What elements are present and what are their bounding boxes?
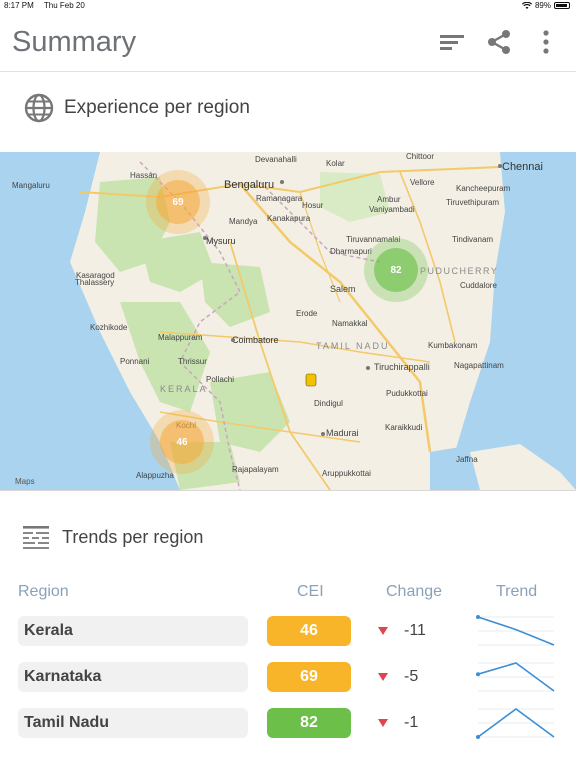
globe-icon: [24, 93, 54, 123]
region-label-puducherry: PUDUCHERRY: [420, 266, 498, 276]
city-label: Thalassery: [75, 278, 114, 287]
city-label: Devanahalli: [255, 155, 297, 164]
city-label: Jaffna: [456, 455, 478, 464]
city-label: Chennai: [502, 161, 543, 173]
city-label: Hosur: [302, 201, 324, 210]
more-vertical-icon[interactable]: [532, 28, 560, 56]
city-label: Dindigul: [314, 399, 343, 408]
cei-badge: 46: [267, 616, 351, 646]
city-label: Aruppukkottai: [322, 469, 371, 478]
region-name: Kerala: [18, 616, 248, 646]
city-label: Dharmapuri: [330, 247, 372, 256]
trend-sparkline: [476, 615, 555, 646]
status-time: 8:17 PM: [4, 1, 34, 10]
share-icon[interactable]: [485, 28, 513, 56]
city-label: Vaniyambadi: [369, 205, 415, 214]
down-arrow-icon: [378, 627, 388, 635]
city-label: Mandya: [229, 217, 258, 226]
table-chart-icon: [23, 526, 49, 549]
city-label: Alappuzha: [136, 471, 174, 480]
city-label: Nagapattinam: [454, 361, 504, 370]
city-label: Tiruvethipuram: [446, 198, 499, 207]
city-label: Mangaluru: [12, 181, 50, 190]
city-label: Bengaluru: [224, 179, 274, 191]
city-label: Ramanagara: [256, 194, 303, 203]
city-label: Kanakapura: [267, 214, 311, 223]
map-cluster-karnataka[interactable]: 69: [146, 170, 210, 234]
city-label: Rajapalayam: [232, 465, 279, 474]
change-cell: -1: [378, 708, 418, 738]
city-label: Pudukkottai: [386, 389, 428, 398]
trend-sparkline: [476, 708, 555, 739]
change-cell: -11: [378, 616, 426, 646]
region-name: Tamil Nadu: [18, 708, 248, 738]
map-section-heading: Experience per region: [24, 88, 250, 128]
city-label: Chittoor: [406, 152, 434, 161]
city-label: Kolar: [326, 159, 345, 168]
sparkline-start-point: [476, 672, 480, 677]
city-label: Kancheepuram: [456, 184, 511, 193]
column-header-change: Change: [386, 583, 443, 600]
section-divider: [0, 490, 576, 491]
column-header-trend: Trend: [496, 583, 538, 600]
region-map[interactable]: KERALA TAMIL NADU PUDUCHERRY Hassan Beng…: [0, 152, 576, 490]
city-label: Thrissur: [178, 357, 207, 366]
change-value: -1: [404, 714, 419, 731]
sparkline-start-point: [476, 735, 480, 739]
city-label: Tindivanam: [452, 235, 493, 244]
trends-section-heading: Trends per region: [22, 520, 203, 554]
trend-sparkline: [476, 662, 555, 692]
down-arrow-icon: [378, 719, 388, 727]
city-label: Malappuram: [158, 333, 203, 342]
region-label-tamil-nadu: TAMIL NADU: [316, 341, 390, 351]
city-label: Kozhikode: [90, 323, 128, 332]
map-attribution: Maps: [15, 477, 35, 486]
cluster-label: 46: [176, 436, 188, 448]
city-label: Coimbatore: [232, 335, 279, 345]
city-label: Madurai: [326, 428, 359, 438]
city-label: Vellore: [410, 178, 435, 187]
cei-badge: 69: [267, 662, 351, 692]
city-label: Salem: [330, 284, 356, 294]
map-cluster-tamil-nadu[interactable]: 82: [364, 238, 428, 302]
region-label-kerala: KERALA: [160, 384, 208, 394]
cluster-label: 69: [172, 196, 184, 208]
city-label: Tiruchirappalli: [374, 362, 430, 372]
cei-badge: 82: [267, 708, 351, 738]
cluster-label: 82: [390, 264, 402, 276]
map-canvas: KERALA TAMIL NADU PUDUCHERRY Hassan Beng…: [0, 152, 576, 490]
map-cluster-kerala[interactable]: 46: [150, 410, 214, 474]
status-bar: 8:17 PM Thu Feb 20 89%: [0, 0, 576, 12]
city-label: Pollachi: [206, 375, 234, 384]
trends-section-title: Trends per region: [62, 526, 204, 547]
city-label: Karaikkudi: [385, 423, 423, 432]
sort-icon[interactable]: [438, 28, 466, 56]
wifi-icon: [521, 1, 532, 9]
column-header-cei: CEI: [297, 583, 324, 600]
status-date: Thu Feb 20: [43, 1, 85, 10]
highway-shield-icon: [305, 373, 317, 387]
page-title: Summary: [12, 26, 137, 58]
city-label: Ambur: [377, 195, 401, 204]
region-name: Karnataka: [18, 662, 248, 692]
city-label: Mysuru: [206, 236, 236, 246]
change-value: -11: [404, 622, 426, 639]
column-header-region: Region: [18, 583, 69, 600]
city-label: Hassan: [130, 171, 157, 180]
city-label: Ponnani: [120, 357, 150, 366]
down-arrow-icon: [378, 673, 388, 681]
app-header: Summary: [0, 12, 576, 72]
map-section-title: Experience per region: [64, 97, 250, 118]
change-cell: -5: [378, 662, 418, 692]
sparkline-start-point: [476, 615, 480, 619]
battery-icon: [554, 2, 570, 9]
city-label: Erode: [296, 309, 318, 318]
city-label: Cuddalore: [460, 281, 497, 290]
city-label: Namakkal: [332, 319, 368, 328]
battery-percent: 89%: [534, 1, 551, 10]
change-value: -5: [404, 668, 419, 685]
city-label: Kumbakonam: [428, 341, 478, 350]
